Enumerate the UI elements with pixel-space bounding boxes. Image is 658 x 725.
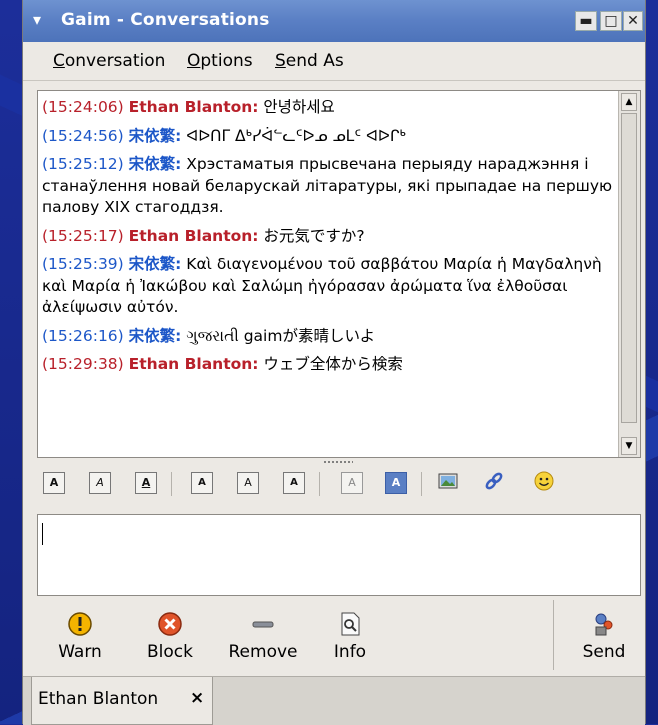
menu-send-as[interactable]: Send As <box>275 51 344 71</box>
message-text: ᐊᐅᑎᒥ ᐃᒃᓯᐋᓪᓚᑦᐅᓄ ᓄᒪᑦ ᐊᐅᒋᒃ <box>181 126 406 145</box>
scroll-thumb[interactable] <box>621 113 637 423</box>
message: (15:26:16) 宋依繁: ગુજરાતી gaimが素晴しいよ <box>42 326 614 348</box>
message: (15:24:06) Ethan Blanton: 안녕하세요 <box>42 97 614 119</box>
timestamp: (15:24:56) <box>42 126 124 145</box>
block-button[interactable]: Block <box>133 604 207 670</box>
send-label: Send <box>582 642 626 662</box>
conversation-window: ▾ Gaim - Conversations ▬ □ ✕ Conversatio… <box>22 0 646 725</box>
remove-icon <box>252 621 274 628</box>
title-bar: ▾ Gaim - Conversations ▬ □ ✕ <box>23 0 645 42</box>
minimize-button[interactable]: ▬ <box>575 11 597 31</box>
sender-name: 宋依繁: <box>128 126 182 145</box>
message-text: ウェブ全体から検索 <box>258 355 403 373</box>
timestamp: (15:26:16) <box>42 326 124 345</box>
message-text: 안녕하세요 <box>258 98 335 116</box>
warn-button[interactable]: Warn <box>43 604 117 670</box>
menu-mnemonic: C <box>53 51 65 71</box>
action-bar: Warn Block Remove Info Send <box>23 600 645 676</box>
message-text: ગુજરાતી gaimが素晴しいよ <box>181 326 376 345</box>
menu-options-label: ptions <box>200 51 253 71</box>
timestamp: (15:25:39) <box>42 255 124 273</box>
menu-send-as-label: end As <box>285 51 344 71</box>
pane-resize-handle[interactable] <box>323 460 353 464</box>
sender-name: Ethan Blanton: <box>128 226 259 245</box>
warning-icon <box>68 612 92 636</box>
history-scrollbar[interactable]: ▲ ▼ <box>618 91 640 457</box>
italic-button[interactable]: A <box>89 472 111 494</box>
conversation-tabs: Ethan Blanton × <box>23 676 645 725</box>
window-title: Gaim - Conversations <box>61 10 270 30</box>
window-menu-icon[interactable]: ▾ <box>27 10 47 30</box>
menu-conversation-label: onversation <box>64 51 166 71</box>
message: (15:29:38) Ethan Blanton: ウェブ全体から検索 <box>42 354 614 376</box>
send-button[interactable]: Send <box>567 604 641 670</box>
menu-mnemonic: O <box>187 51 201 71</box>
message: (15:25:12) 宋依繁: Хрэстаматыя прысвечана п… <box>42 154 614 219</box>
timestamp: (15:25:17) <box>42 226 124 245</box>
menu-bar: Conversation Options Send As <box>23 42 645 81</box>
background-color-button[interactable]: A <box>385 472 407 494</box>
remove-button[interactable]: Remove <box>223 604 303 670</box>
sender-name: 宋依繁: <box>128 255 182 273</box>
info-button[interactable]: Info <box>313 604 387 670</box>
text-caret <box>42 523 43 545</box>
message: (15:24:56) 宋依繁: ᐊᐅᑎᒥ ᐃᒃᓯᐋᓪᓚᑦᐅᓄ ᓄᒪᑦ ᐊᐅᒋᒃ <box>42 126 614 148</box>
send-icon <box>595 613 613 636</box>
message-text: Хрэстаматыя прысвечана перыяду нараджэнн… <box>42 155 613 216</box>
toolbar-separator <box>421 472 422 496</box>
bold-button[interactable]: A <box>43 472 65 494</box>
smaller-font-button[interactable]: A <box>283 472 305 494</box>
warn-label: Warn <box>58 642 102 662</box>
block-icon <box>158 612 182 636</box>
info-label: Info <box>333 642 367 662</box>
scroll-up-icon[interactable]: ▲ <box>621 93 637 111</box>
conversation-history[interactable]: (15:24:06) Ethan Blanton: 안녕하세요 (15:24:5… <box>37 90 641 458</box>
menu-conversation[interactable]: Conversation <box>53 51 165 71</box>
menu-mnemonic: S <box>275 51 286 71</box>
timestamp: (15:29:38) <box>42 355 124 373</box>
sender-name: 宋依繁: <box>128 326 182 345</box>
timestamp: (15:25:12) <box>42 155 124 173</box>
message: (15:25:39) 宋依繁: Καὶ διαγενομένου τοῦ σαβ… <box>42 254 614 319</box>
font-color-button[interactable]: A <box>341 472 363 494</box>
action-separator <box>553 600 554 670</box>
insert-link-icon[interactable] <box>481 470 507 496</box>
block-label: Block <box>147 642 193 662</box>
toolbar-separator <box>171 472 172 496</box>
sender-name: Ethan Blanton: <box>128 355 259 373</box>
underline-button[interactable]: A <box>135 472 157 494</box>
sender-name: Ethan Blanton: <box>128 98 259 116</box>
timestamp: (15:24:06) <box>42 98 124 116</box>
message: (15:25:17) Ethan Blanton: お元気ですか? <box>42 226 614 248</box>
info-icon <box>341 612 360 636</box>
sender-name: 宋依繁: <box>128 155 182 173</box>
toolbar-separator <box>319 472 320 496</box>
message-text: Καὶ διαγενομένου τοῦ σαββάτου Μαρία ἡ Μα… <box>42 255 602 316</box>
message-list: (15:24:06) Ethan Blanton: 안녕하세요 (15:24:5… <box>42 97 614 383</box>
tab-ethan-blanton[interactable]: Ethan Blanton × <box>31 677 213 725</box>
message-text: お元気ですか? <box>258 226 365 245</box>
smiley-icon[interactable] <box>531 470 557 496</box>
larger-font-button[interactable]: A <box>191 472 213 494</box>
tab-close-icon[interactable]: × <box>190 688 204 708</box>
normal-font-button[interactable]: A <box>237 472 259 494</box>
close-window-button[interactable]: ✕ <box>623 11 643 31</box>
maximize-button[interactable]: □ <box>600 11 622 31</box>
menu-options[interactable]: Options <box>187 51 253 71</box>
tab-label: Ethan Blanton <box>38 689 159 709</box>
insert-image-icon[interactable] <box>435 470 461 496</box>
message-input[interactable] <box>37 514 641 596</box>
scroll-down-icon[interactable]: ▼ <box>621 437 637 455</box>
format-toolbar: A A A A A A A A <box>37 466 641 504</box>
remove-label: Remove <box>228 642 298 662</box>
